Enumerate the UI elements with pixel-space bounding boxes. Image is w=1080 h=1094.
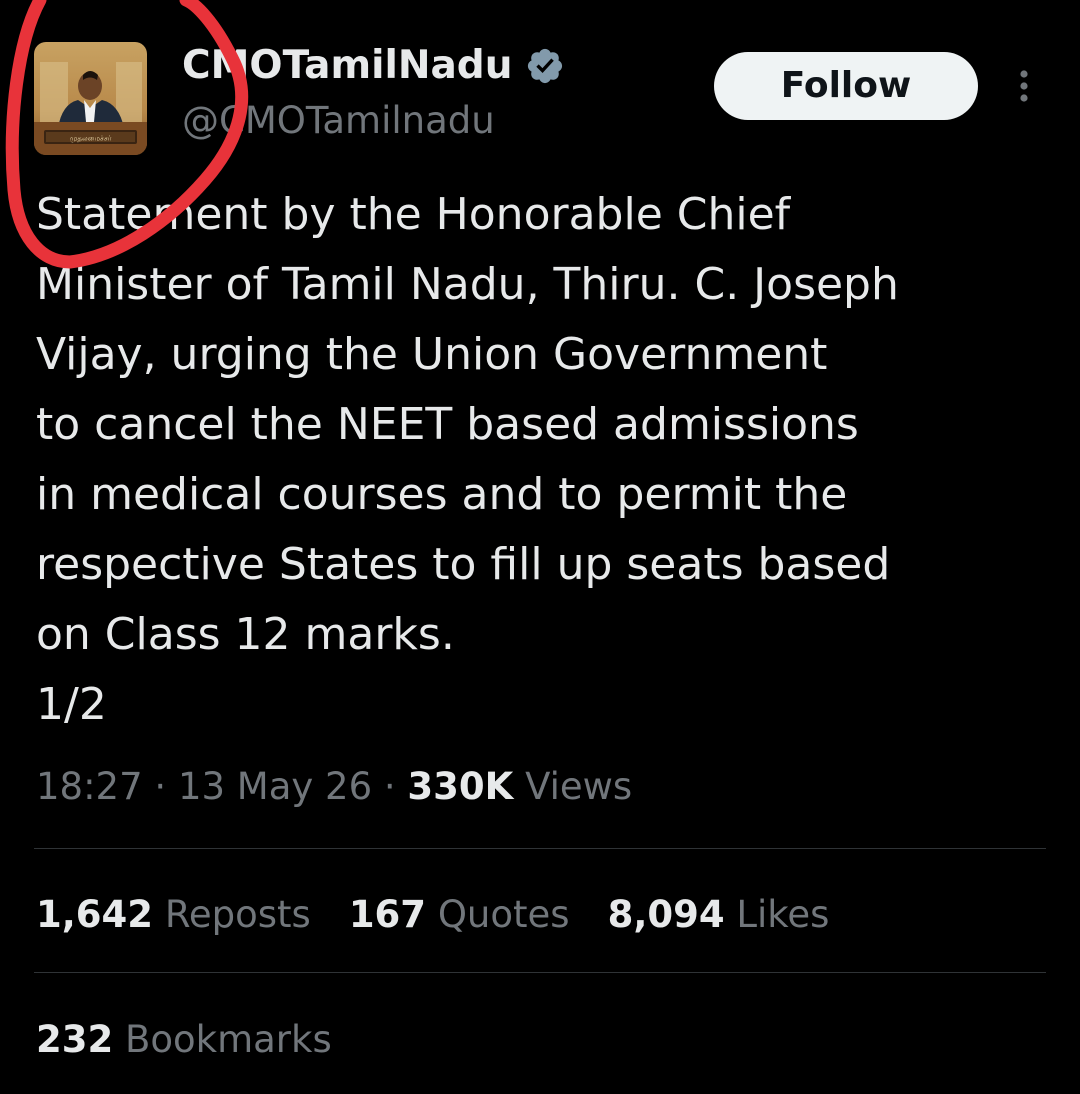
divider bbox=[34, 972, 1046, 973]
views-count[interactable]: 330K bbox=[407, 765, 513, 808]
reposts-label: Reposts bbox=[164, 893, 311, 936]
tweet-text-line: to cancel the NEET based admissions bbox=[36, 399, 859, 450]
divider bbox=[34, 848, 1046, 849]
display-name-text: CMOTamilNadu bbox=[182, 43, 513, 88]
meta-separator: · bbox=[142, 765, 178, 808]
quotes-stat[interactable]: 167 Quotes bbox=[349, 888, 570, 942]
likes-label: Likes bbox=[736, 893, 830, 936]
tweet-text-line: Minister of Tamil Nadu, Thiru. C. Joseph bbox=[36, 259, 899, 310]
tweet-text-line: on Class 12 marks. bbox=[36, 609, 455, 660]
tweet-time[interactable]: 18:27 bbox=[36, 765, 143, 808]
bookmarks-count: 232 bbox=[36, 1018, 114, 1061]
verified-badge-icon bbox=[525, 46, 565, 86]
reposts-count: 1,642 bbox=[36, 893, 154, 936]
quotes-count: 167 bbox=[348, 893, 427, 936]
avatar-photo: முதலமைச்சர் bbox=[34, 42, 147, 155]
meta-separator: · bbox=[372, 765, 408, 808]
profile-avatar[interactable]: முதலமைச்சர் bbox=[34, 42, 147, 155]
tweet-text: Statement by the Honorable Chief Ministe… bbox=[36, 180, 1036, 740]
tweet-date[interactable]: 13 May 26 bbox=[178, 765, 372, 808]
views-label[interactable]: Views bbox=[525, 765, 632, 808]
tweet-detail: முதலமைச்சர் CMOTamilNadu @CMOTamilnadu F… bbox=[0, 0, 1080, 1094]
tweet-meta: 18:27 · 13 May 26 · 330K Views bbox=[36, 760, 632, 814]
likes-count: 8,094 bbox=[607, 893, 725, 936]
follow-button[interactable]: Follow bbox=[714, 52, 978, 120]
avatar-caption: முதலமைச்சர் bbox=[70, 135, 112, 143]
likes-stat[interactable]: 8,094 Likes bbox=[608, 888, 830, 942]
engagement-stats: 1,642 Reposts 167 Quotes 8,094 Likes bbox=[36, 888, 867, 942]
bookmarks-label: Bookmarks bbox=[125, 1018, 332, 1061]
tweet-text-line: in medical courses and to permit the bbox=[36, 469, 848, 520]
bookmarks-stat[interactable]: 232 Bookmarks bbox=[36, 1013, 332, 1067]
more-options-icon[interactable] bbox=[1004, 66, 1044, 106]
quotes-label: Quotes bbox=[437, 893, 570, 936]
tweet-text-line: 1/2 bbox=[36, 679, 107, 730]
display-name[interactable]: CMOTamilNadu bbox=[182, 40, 565, 92]
tweet-text-line: Vijay, urging the Union Government bbox=[36, 329, 828, 380]
reposts-stat[interactable]: 1,642 Reposts bbox=[36, 888, 311, 942]
tweet-text-line: Statement by the Honorable Chief bbox=[36, 189, 791, 240]
user-handle[interactable]: @CMOTamilnadu bbox=[182, 97, 495, 145]
tweet-text-line: respective States to fill up seats based bbox=[36, 539, 891, 590]
